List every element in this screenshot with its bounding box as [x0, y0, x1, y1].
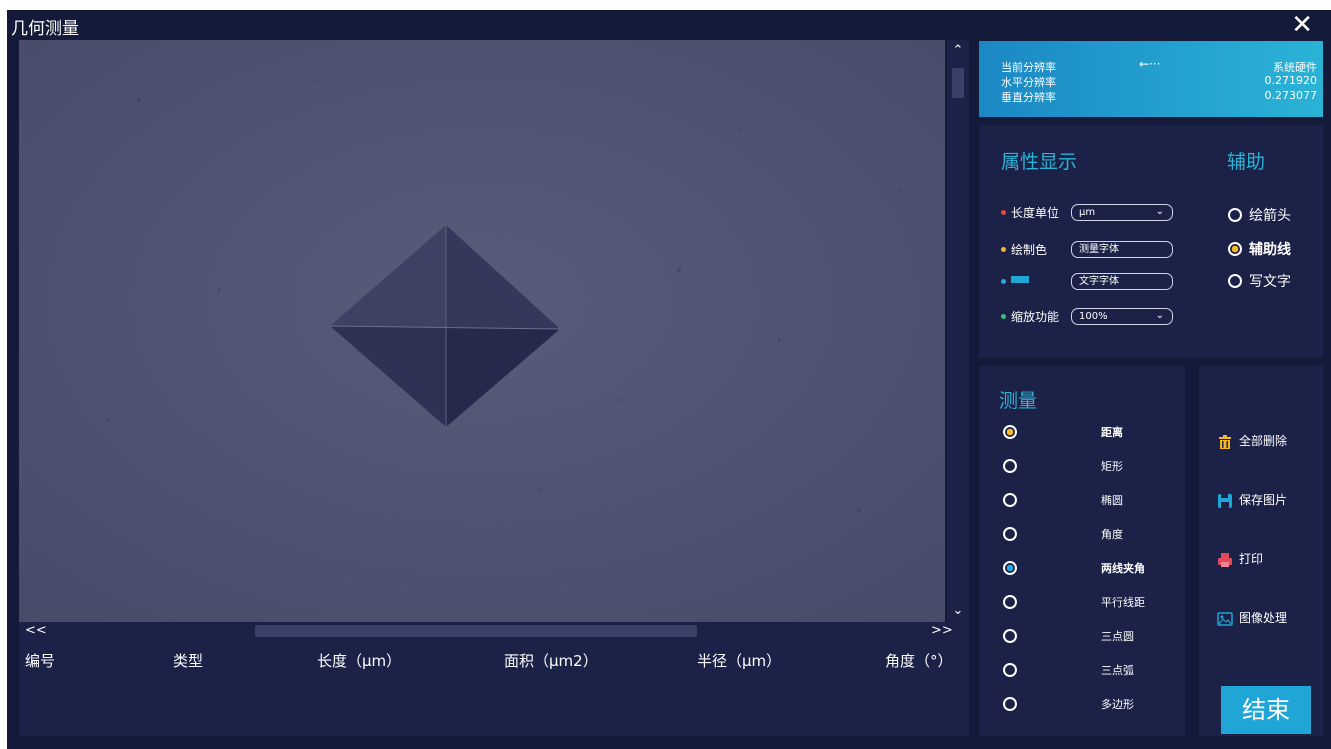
text-font-label: 文字字体 [1079, 276, 1119, 287]
radio-rectangle[interactable] [1003, 459, 1017, 473]
save-icon [1218, 493, 1232, 508]
app-root: 几何测量 ✕ ⌃ ⌄ << >> 编号 类型 长度（μm） 面积（μm2） 半径… [0, 0, 1331, 749]
end-button[interactable]: 结束 [1221, 686, 1311, 734]
horizontal-scroll-thumb[interactable] [255, 625, 697, 637]
column-header-type: 类型 [173, 652, 204, 670]
trash-icon [1219, 434, 1231, 449]
scroll-right-icon[interactable]: >> [931, 622, 953, 640]
save-image-label: 保存图片 [1239, 493, 1288, 507]
result-table: 编号 类型 长度（μm） 面积（μm2） 半径（μm） 角度（°） [19, 642, 969, 736]
unit-select-value: μm [1079, 207, 1096, 218]
column-header-area: 面积（μm2） [504, 652, 598, 670]
option-draw-arrow[interactable]: 绘箭头 [1249, 205, 1291, 225]
measure-item-polygon[interactable]: 多边形 [1101, 696, 1134, 712]
chevron-down-icon: ⌄ [1155, 206, 1164, 217]
horizontal-scrollbar[interactable]: << >> [19, 622, 969, 642]
resolution-source: 系统硬件 [1273, 61, 1317, 74]
radio-angle[interactable] [1003, 527, 1017, 541]
radio-polygon[interactable] [1003, 697, 1017, 711]
unit-label: 长度单位 [1011, 206, 1060, 220]
horizontal-resolution-value: 0.271920 [1264, 74, 1318, 87]
delete-all-label: 全部删除 [1239, 434, 1288, 448]
scroll-up-icon[interactable]: ⌃ [947, 40, 969, 62]
radio-three-point-circle[interactable] [1003, 629, 1017, 643]
print-label: 打印 [1239, 552, 1264, 566]
measure-item-two-line-angle[interactable]: 两线夹角 [1101, 560, 1145, 576]
radio-distance[interactable] [1003, 425, 1017, 439]
indentation-image [19, 40, 945, 622]
radio-three-point-arc[interactable] [1003, 663, 1017, 677]
vertical-resolution-value: 0.273077 [1264, 89, 1318, 102]
radio-draw-arrow[interactable] [1228, 208, 1242, 222]
radio-two-line-angle[interactable] [1003, 561, 1017, 575]
scroll-left-icon[interactable]: << [25, 622, 47, 640]
measure-item-parallel-distance[interactable]: 平行线距 [1101, 594, 1145, 610]
scroll-down-icon[interactable]: ⌄ [947, 600, 969, 622]
close-icon[interactable]: ✕ [1291, 11, 1313, 39]
window-title: 几何测量 [11, 19, 79, 39]
zoom-select[interactable]: 100% ⌄ [1071, 308, 1173, 325]
attribute-panel: 属性显示 辅助 长度单位 μm ⌄ 绘制色 测量字体 文字字体 缩放功能 100… [979, 125, 1323, 358]
draw-color-label: 绘制色 [1011, 243, 1048, 257]
color-swatch[interactable] [1011, 276, 1029, 283]
column-header-length: 长度（μm） [317, 652, 402, 670]
print-icon [1218, 552, 1232, 567]
vertical-scroll-thumb[interactable] [952, 68, 964, 98]
measure-item-angle[interactable]: 角度 [1101, 526, 1123, 542]
delete-all-button[interactable]: 全部删除 [1217, 432, 1287, 450]
measure-item-rectangle[interactable]: 矩形 [1101, 458, 1123, 474]
column-header-radius: 半径（μm） [697, 652, 782, 670]
image-viewer[interactable] [19, 40, 945, 622]
radio-auxiliary-line[interactable] [1228, 242, 1242, 256]
arrow-left-icon[interactable]: ←··· [1139, 57, 1161, 71]
image-processing-label: 图像处理 [1239, 611, 1288, 625]
top-banner-strip [0, 0, 1331, 10]
zoom-bullet-icon [1001, 314, 1006, 319]
auxiliary-title: 辅助 [1227, 151, 1266, 173]
column-header-angle: 角度（°） [885, 652, 953, 670]
measure-font-button[interactable]: 测量字体 [1071, 241, 1173, 258]
measure-item-three-point-circle[interactable]: 三点圆 [1101, 628, 1134, 644]
horizontal-resolution-label: 水平分辨率 [1001, 76, 1056, 89]
title-bar: 几何测量 ✕ [7, 10, 1331, 40]
unit-bullet-icon [1001, 210, 1006, 215]
save-image-button[interactable]: 保存图片 [1217, 491, 1287, 509]
vertical-scrollbar[interactable]: ⌃ ⌄ [947, 40, 969, 622]
zoom-label: 缩放功能 [1011, 310, 1060, 324]
action-panel: 全部删除 保存图片 打印 图像处理 结束 [1199, 366, 1323, 736]
measure-panel: 测量 距离 矩形 椭圆 角度 两线夹角 平行线距 三点圆 三点弧 多边形 [979, 366, 1185, 736]
option-write-text[interactable]: 写文字 [1249, 271, 1291, 291]
radio-write-text[interactable] [1228, 274, 1242, 288]
text-bullet-icon [1001, 279, 1006, 284]
geometry-measure-window: 几何测量 ✕ ⌃ ⌄ << >> 编号 类型 长度（μm） 面积（μm2） 半径… [7, 10, 1331, 749]
measure-font-label: 测量字体 [1079, 244, 1119, 255]
measure-item-distance[interactable]: 距离 [1101, 424, 1123, 440]
measure-title: 测量 [999, 390, 1038, 412]
attribute-title: 属性显示 [1001, 151, 1078, 173]
zoom-select-value: 100% [1079, 311, 1108, 322]
resolution-panel: 当前分辨率 ←··· 系统硬件 水平分辨率 0.271920 垂直分辨率 0.2… [979, 41, 1323, 117]
current-resolution-label: 当前分辨率 [1001, 61, 1056, 74]
chevron-down-icon: ⌄ [1155, 310, 1164, 321]
text-font-button[interactable]: 文字字体 [1071, 273, 1173, 290]
image-icon [1217, 611, 1233, 626]
image-processing-button[interactable]: 图像处理 [1217, 609, 1287, 627]
radio-parallel-distance[interactable] [1003, 595, 1017, 609]
print-button[interactable]: 打印 [1217, 550, 1263, 568]
measure-item-three-point-arc[interactable]: 三点弧 [1101, 662, 1134, 678]
column-header-id: 编号 [25, 652, 56, 670]
radio-ellipse[interactable] [1003, 493, 1017, 507]
vertical-resolution-label: 垂直分辨率 [1001, 91, 1056, 104]
measure-item-ellipse[interactable]: 椭圆 [1101, 492, 1123, 508]
color-bullet-icon [1001, 247, 1006, 252]
unit-select[interactable]: μm ⌄ [1071, 204, 1173, 221]
option-auxiliary-line[interactable]: 辅助线 [1249, 239, 1291, 259]
